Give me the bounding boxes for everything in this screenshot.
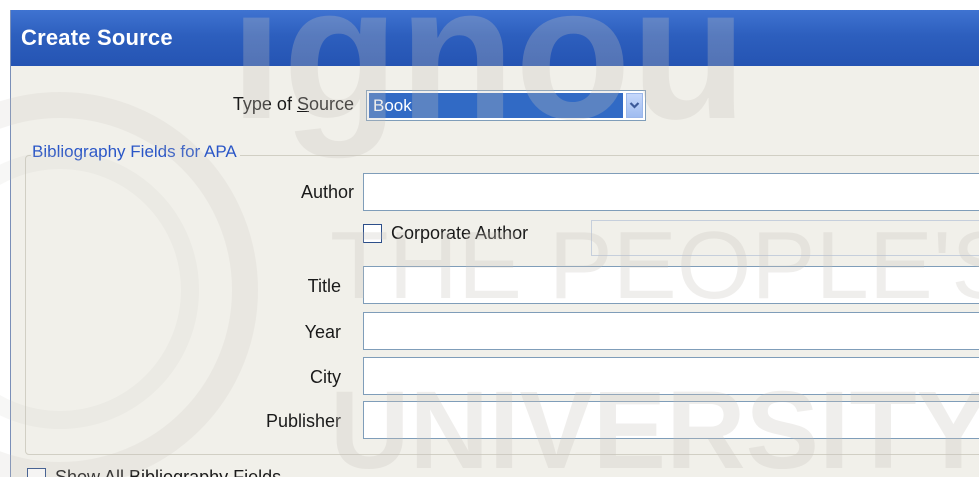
author-label: Author (300, 182, 354, 202)
author-field[interactable] (363, 173, 979, 211)
city-field[interactable] (363, 357, 979, 395)
year-field[interactable] (363, 312, 979, 350)
corporate-author-label: Corporate Author (391, 223, 529, 243)
type-of-source-label-accelerator: S (296, 94, 309, 114)
source-type-dropdown[interactable]: Book (366, 90, 646, 121)
title-bar: Create Source (11, 10, 979, 66)
title-field[interactable] (363, 266, 979, 304)
type-of-source-label: Type of Source (161, 94, 354, 115)
show-all-fields-label: Show All Bibliography Fields (55, 467, 282, 477)
corporate-author-field[interactable] (591, 220, 979, 256)
dialog-title: Create Source (21, 25, 173, 50)
year-label: Year (304, 322, 341, 342)
publisher-label: Publisher (265, 411, 341, 431)
dropdown-button[interactable] (626, 93, 643, 118)
corporate-author-checkbox[interactable] (363, 224, 382, 243)
chevron-down-icon (629, 102, 640, 109)
title-label: Title (307, 276, 341, 296)
type-of-source-label-prefix: Type of (232, 94, 297, 114)
group-title: Bibliography Fields for APA (31, 142, 240, 162)
type-of-source-label-suffix: ource (308, 94, 354, 114)
publisher-field[interactable] (363, 401, 979, 439)
source-type-value: Book (369, 93, 623, 118)
create-source-dialog: Create Source Type of Source Book Biblio… (10, 10, 979, 477)
show-all-fields-checkbox[interactable] (27, 468, 46, 477)
city-label: City (310, 367, 341, 387)
